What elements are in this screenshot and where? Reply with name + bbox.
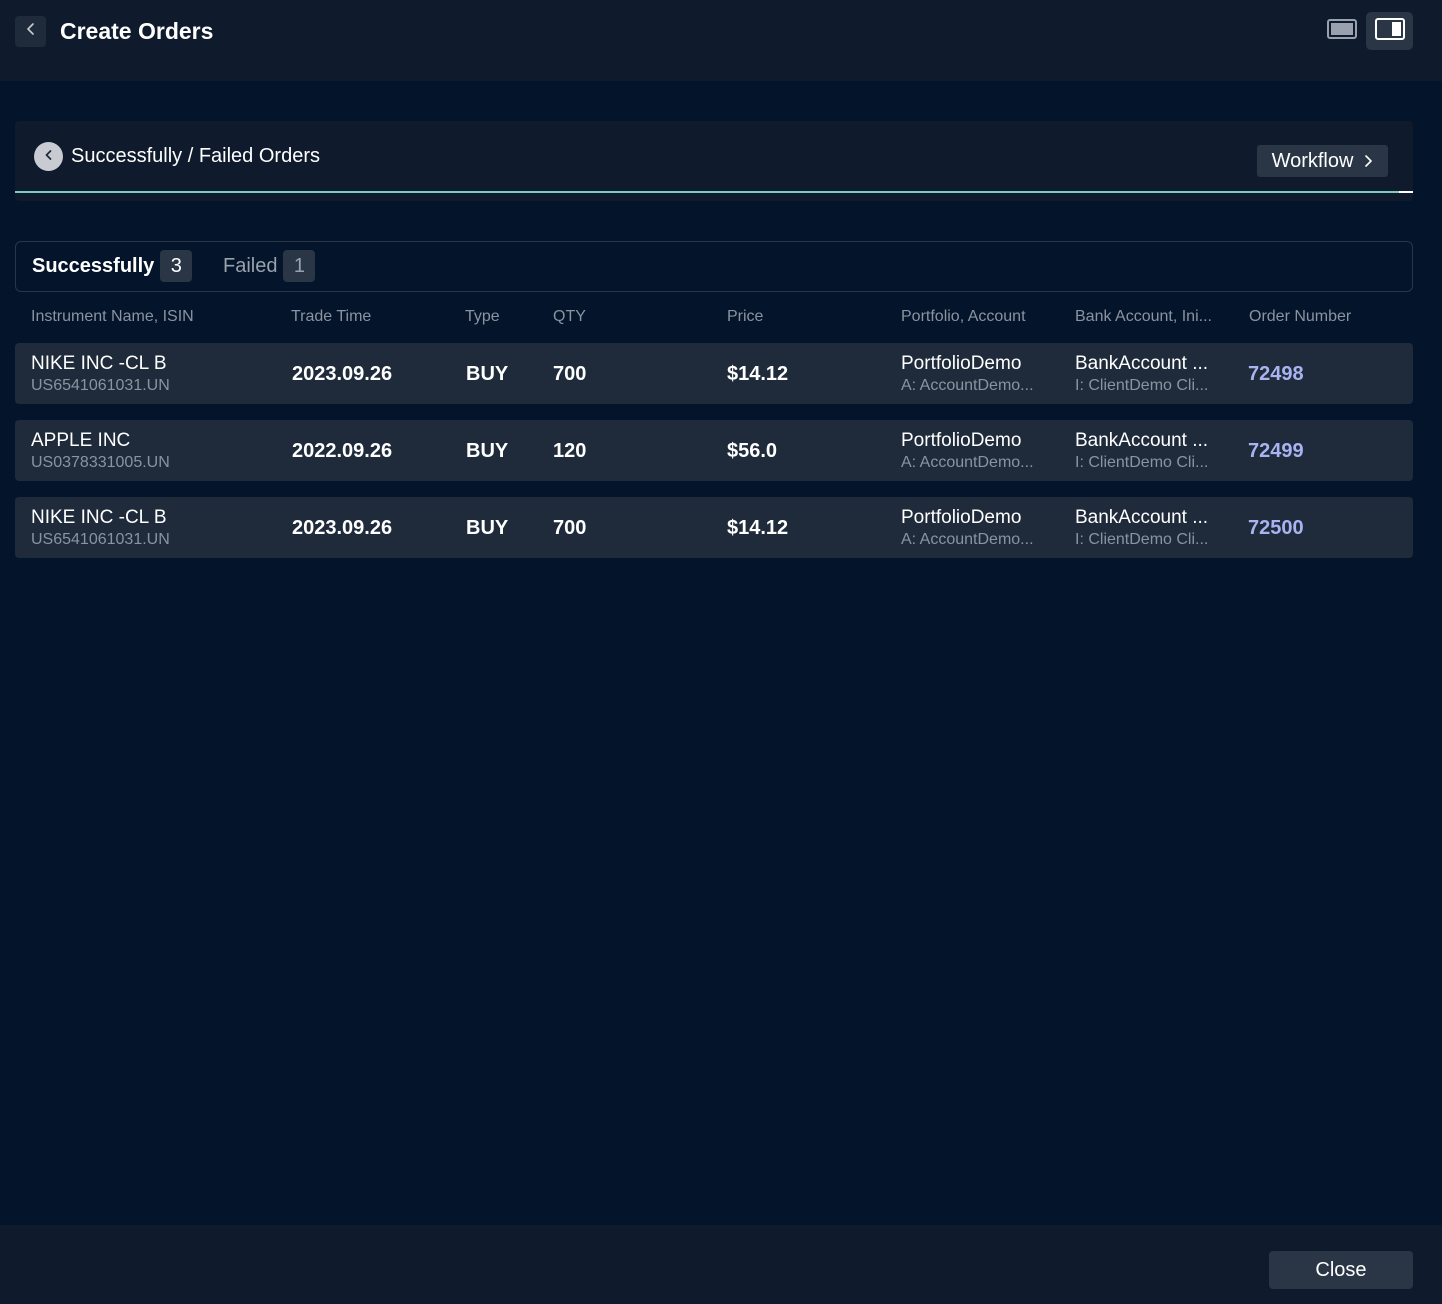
isin: US6541061031.UN bbox=[31, 377, 170, 394]
isin: US0378331005.UN bbox=[31, 454, 170, 471]
count-badge: 3 bbox=[160, 250, 193, 282]
tab-failed[interactable]: Failed 1 bbox=[223, 250, 316, 282]
column-header-bank-account[interactable]: Bank Account, Ini... bbox=[1075, 306, 1212, 328]
chevron-right-icon bbox=[1363, 150, 1373, 173]
portfolio: PortfolioDemo bbox=[901, 353, 1022, 374]
quantity: 120 bbox=[553, 440, 587, 462]
trade-time: 2022.09.26 bbox=[292, 440, 393, 462]
order-type: BUY bbox=[466, 363, 509, 385]
price: $14.12 bbox=[727, 517, 789, 539]
table-row[interactable]: NIKE INC -CL B US6541061031.UN 2023.09.2… bbox=[15, 497, 1413, 558]
panel-back-button[interactable] bbox=[34, 142, 63, 171]
portfolio: PortfolioDemo bbox=[901, 507, 1022, 528]
trade-time: 2023.09.26 bbox=[292, 363, 393, 385]
bank-account: BankAccount ... bbox=[1075, 353, 1209, 374]
order-number-link[interactable]: 72498 bbox=[1248, 361, 1398, 387]
page-title: Create Orders bbox=[60, 18, 214, 44]
instrument-name: APPLE INC bbox=[31, 430, 131, 451]
count-badge: 1 bbox=[283, 250, 316, 282]
close-button[interactable]: Close bbox=[1269, 1251, 1413, 1289]
chevron-left-icon bbox=[24, 22, 38, 41]
column-header-qty[interactable]: QTY bbox=[553, 306, 586, 328]
tab-bar: Successfully 3 Failed 1 bbox=[15, 241, 1413, 292]
initiator: I: ClientDemo Cli... bbox=[1075, 531, 1209, 548]
quantity: 700 bbox=[553, 517, 587, 539]
account: A: AccountDemo... bbox=[901, 454, 1034, 471]
column-header-trade-time[interactable]: Trade Time bbox=[291, 306, 371, 328]
progress-bar bbox=[15, 191, 1413, 193]
column-header-portfolio[interactable]: Portfolio, Account bbox=[901, 306, 1026, 328]
panel-title: Successfully / Failed Orders bbox=[71, 145, 320, 167]
footer-bar: Close bbox=[0, 1225, 1442, 1304]
column-header-instrument[interactable]: Instrument Name, ISIN bbox=[31, 306, 194, 328]
workflow-button[interactable]: Workflow bbox=[1257, 145, 1388, 177]
split-view-button[interactable] bbox=[1366, 12, 1413, 50]
table-row[interactable]: NIKE INC -CL B US6541061031.UN 2023.09.2… bbox=[15, 343, 1413, 404]
instrument-name: NIKE INC -CL B bbox=[31, 353, 167, 374]
header-bar: Create Orders bbox=[0, 0, 1442, 81]
trade-time: 2023.09.26 bbox=[292, 517, 393, 539]
column-header-order-number[interactable]: Order Number bbox=[1249, 306, 1351, 328]
single-panel-icon bbox=[1326, 18, 1357, 45]
instrument-name: NIKE INC -CL B bbox=[31, 507, 167, 528]
quantity: 700 bbox=[553, 363, 587, 385]
column-header-type[interactable]: Type bbox=[465, 306, 500, 328]
tab-label: Successfully bbox=[32, 254, 155, 277]
portfolio: PortfolioDemo bbox=[901, 430, 1022, 451]
order-type: BUY bbox=[466, 440, 509, 462]
create-orders-page: Create Orders Successfully / Failed Orde… bbox=[0, 0, 1442, 1304]
bank-account: BankAccount ... bbox=[1075, 507, 1209, 528]
workflow-label: Workflow bbox=[1271, 149, 1354, 172]
initiator: I: ClientDemo Cli... bbox=[1075, 454, 1209, 471]
back-button[interactable] bbox=[15, 16, 46, 47]
column-header-price[interactable]: Price bbox=[727, 306, 763, 328]
single-view-button[interactable] bbox=[1318, 12, 1365, 50]
order-number-link[interactable]: 72500 bbox=[1248, 515, 1398, 541]
isin: US6541061031.UN bbox=[31, 531, 170, 548]
tab-label: Failed bbox=[223, 254, 278, 277]
split-panel-icon bbox=[1374, 17, 1405, 45]
account: A: AccountDemo... bbox=[901, 377, 1034, 394]
order-type: BUY bbox=[466, 517, 509, 539]
price: $56.0 bbox=[727, 440, 778, 462]
orders-panel: Successfully / Failed Orders Workflow bbox=[15, 121, 1413, 201]
table-row[interactable]: APPLE INC US0378331005.UN 2022.09.26 BUY… bbox=[15, 420, 1413, 481]
order-number-link[interactable]: 72499 bbox=[1248, 438, 1398, 464]
tab-successfully[interactable]: Successfully 3 bbox=[32, 250, 193, 282]
bank-account: BankAccount ... bbox=[1075, 430, 1209, 451]
account: A: AccountDemo... bbox=[901, 531, 1034, 548]
progress-fill bbox=[15, 191, 1400, 193]
initiator: I: ClientDemo Cli... bbox=[1075, 377, 1209, 394]
price: $14.12 bbox=[727, 363, 789, 385]
chevron-left-icon bbox=[43, 148, 55, 166]
